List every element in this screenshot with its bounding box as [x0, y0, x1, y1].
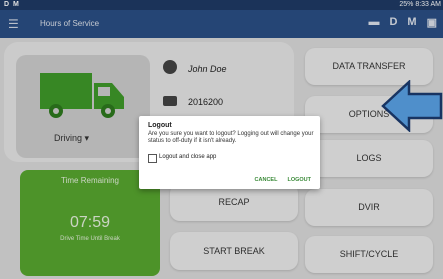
dialog-title: Logout — [148, 122, 172, 129]
logout-dialog: Logout Are you sure you want to logout? … — [139, 116, 320, 189]
dialog-message: Are you sure you want to logout? Logging… — [148, 131, 314, 144]
dialog-actions: CANCEL LOGOUT — [255, 177, 311, 183]
cancel-button[interactable]: CANCEL — [255, 177, 278, 183]
logout-close-checkbox[interactable] — [148, 154, 157, 163]
logout-button[interactable]: LOGOUT — [287, 177, 311, 183]
logout-close-label[interactable]: Logout and close app — [159, 154, 216, 160]
